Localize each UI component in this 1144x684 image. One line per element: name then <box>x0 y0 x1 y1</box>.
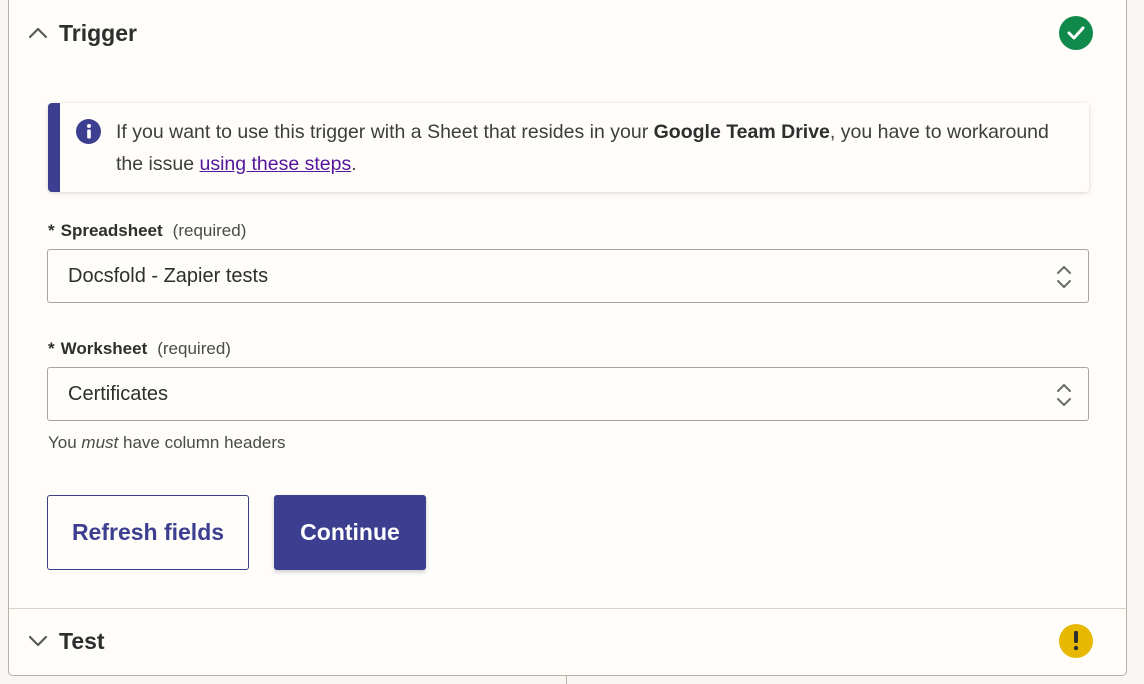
trigger-panel: Trigger If you want to use this trigger … <box>8 0 1127 676</box>
required-marker: * <box>48 221 55 240</box>
team-drive-alert: If you want to use this trigger with a S… <box>48 103 1089 192</box>
trigger-section-header[interactable]: Trigger <box>9 1 1126 65</box>
select-arrows-icon <box>1055 381 1073 409</box>
worksheet-label: * Worksheet (required) <box>48 339 231 359</box>
column-headers-help: You must have column headers <box>48 433 286 453</box>
required-text: (required) <box>157 339 231 358</box>
refresh-fields-button[interactable]: Refresh fields <box>47 495 249 570</box>
select-arrows-icon <box>1055 263 1073 291</box>
chevron-up-icon[interactable] <box>27 22 49 44</box>
warning-icon <box>1059 624 1093 658</box>
alert-text-end: . <box>351 153 357 175</box>
using-these-steps-link[interactable]: using these steps <box>199 153 351 175</box>
bottom-separator <box>566 676 567 684</box>
help-text-emphasis: must <box>81 433 119 452</box>
worksheet-value: Certificates <box>68 383 169 405</box>
trigger-title: Trigger <box>59 19 137 46</box>
help-text-before: You <box>48 433 82 452</box>
alert-text-before: If you want to use this trigger with a S… <box>116 121 654 143</box>
test-section-header[interactable]: Test <box>9 609 1126 673</box>
spreadsheet-label: * Spreadsheet (required) <box>48 221 246 241</box>
continue-button[interactable]: Continue <box>274 495 426 570</box>
info-icon <box>76 119 101 144</box>
chevron-down-icon[interactable] <box>27 630 49 652</box>
required-text: (required) <box>172 221 247 240</box>
required-marker: * <box>48 339 55 358</box>
spreadsheet-value: Docsfold - Zapier tests <box>68 265 269 287</box>
worksheet-select[interactable]: Certificates <box>47 367 1089 421</box>
alert-text-bold: Google Team Drive <box>653 121 830 143</box>
spreadsheet-label-text: Spreadsheet <box>60 221 163 240</box>
help-text-after: have column headers <box>118 433 286 452</box>
worksheet-label-text: Worksheet <box>60 339 148 358</box>
check-circle-icon <box>1059 16 1093 50</box>
test-title: Test <box>59 627 105 654</box>
alert-message: If you want to use this trigger with a S… <box>116 116 1049 180</box>
spreadsheet-select[interactable]: Docsfold - Zapier tests <box>47 249 1089 303</box>
